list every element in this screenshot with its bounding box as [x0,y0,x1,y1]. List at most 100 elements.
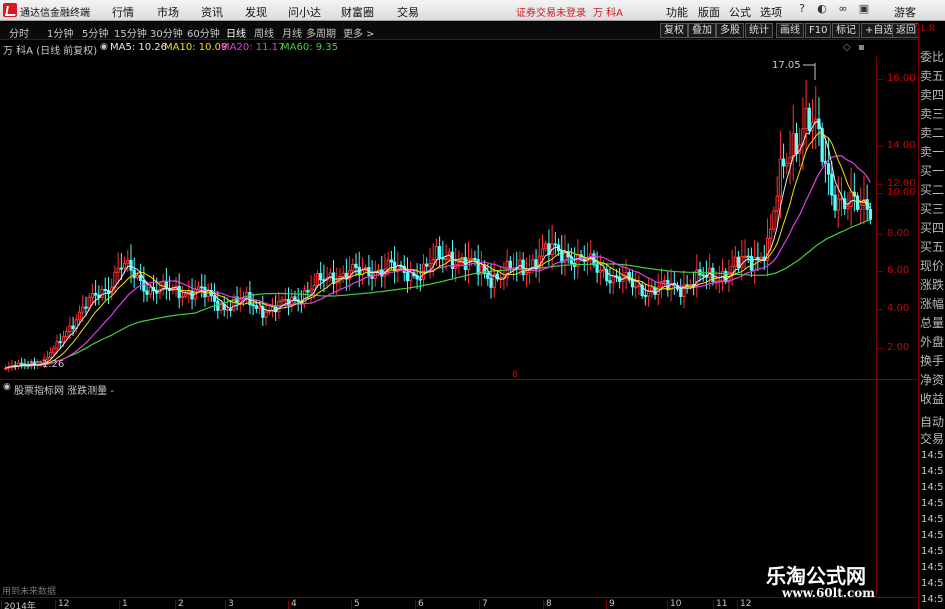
period-tab[interactable]: 周线 [254,25,274,40]
ma60-value: MA60: 9.35 [281,42,339,53]
quote-label: 买五 [920,240,945,254]
candle-body [20,362,24,365]
x-tick: 5 [351,599,360,609]
candle-body [264,311,268,318]
quote-label: 买三 [920,202,945,216]
period-tab-active[interactable]: 日线 [226,25,246,40]
candle-body [663,280,667,283]
overlay-button[interactable]: 叠加 [688,23,716,38]
auto-label[interactable]: 自动 [920,413,944,430]
candle-body [77,311,82,321]
indicator-title[interactable]: 股票指标网 涨跌测量 - [14,382,114,397]
fuquan-button[interactable]: 复权 [660,23,688,38]
period-tab[interactable]: 15分钟 [114,25,147,40]
candle-body [560,250,564,263]
quote-label: 买一 [920,164,945,178]
candle-body [418,278,422,281]
candle-body [746,255,750,258]
ma10-value: MA10: 10.09 [164,42,228,53]
period-tab[interactable]: 月线 [282,25,302,40]
settings-icon[interactable]: ◉ [100,42,108,52]
quote-label: 卖四 [920,88,945,102]
candle-body [849,191,853,207]
mark-button[interactable]: 标记 [832,23,860,38]
stats-button[interactable]: 统计 [745,23,773,38]
event-marker[interactable]: 8 [512,370,518,379]
candle-body [119,267,123,270]
back-button[interactable]: 返回 [892,23,920,38]
maximize-icon[interactable]: ▣ [857,2,871,17]
candle-body [434,246,439,261]
candle-body [859,204,863,210]
candle-body [772,210,776,230]
period-tab[interactable]: 多周期 [306,25,336,40]
candle-body [293,296,297,301]
candle-body [679,288,683,297]
candle-body [486,272,490,279]
candle-body [437,246,442,259]
candle-body [341,272,345,278]
chart-options-icon[interactable]: ◇ [843,42,851,53]
f10-button[interactable]: F10 [805,23,832,38]
menu-jiaoyi[interactable]: 交易 [397,4,419,20]
menu-caifuquan[interactable]: 财富圈 [341,4,374,20]
candle-body [833,194,837,211]
candle-body [283,298,287,301]
menu-faxian[interactable]: 发现 [245,4,267,20]
y-tick: 14.00 [877,140,916,151]
candle-body [508,260,512,270]
candle-body [659,281,664,288]
candle-body [409,272,413,282]
menu-xuanxiang[interactable]: 选项 [760,4,782,20]
future-data-note: 用到未来数据 [2,587,57,597]
help-icon[interactable]: ? [795,2,809,17]
indicator-settings-icon[interactable]: ◉ [3,382,11,392]
candle-body [225,308,230,311]
draw-line-button[interactable]: 画线 [776,23,804,38]
site-watermark: 乐淘公式网 www.60lt.com [760,560,936,605]
candle-body [611,275,615,284]
candle-body [392,261,397,272]
user-label[interactable]: 游客 [894,4,916,20]
candle-body [87,296,91,309]
app-title: 通达信金融终端 [20,8,90,19]
period-tab[interactable]: 分时 [9,25,29,40]
menu-wenxiaoda[interactable]: 问小达 [288,4,321,20]
candle-body [473,258,477,261]
period-tab[interactable]: 5分钟 [82,25,108,40]
menu-gongshi[interactable]: 公式 [729,4,751,20]
candle-body [807,107,811,131]
menu-zixun[interactable]: 资讯 [201,4,223,20]
candle-body [270,306,275,311]
trade-label[interactable]: 交易 [920,430,944,447]
x-tick: 12 [54,599,70,609]
menu-hangqing[interactable]: 行情 [112,4,134,20]
menu-banmian[interactable]: 版面 [698,4,720,20]
indicator-pane[interactable] [0,396,876,596]
pane-divider[interactable] [0,379,918,380]
kline-chart[interactable]: 17.05 1.26 8 [0,56,887,379]
menu-shichang[interactable]: 市场 [157,4,179,20]
link-icon[interactable]: ∞ [836,2,850,17]
candle-body [685,284,689,287]
multi-stock-button[interactable]: 多股 [716,23,744,38]
period-tab[interactable]: 30分钟 [150,25,183,40]
chart-menu-icon[interactable]: ▪ [858,42,865,53]
candle-body [634,286,638,289]
trade-login-status[interactable]: 证券交易未登录 [516,4,586,19]
skin-icon[interactable]: ◐ [815,2,829,17]
candle-body [540,248,545,257]
period-tab[interactable]: 60分钟 [187,25,220,40]
quote-label: 净资 [920,373,945,387]
period-tab[interactable]: 1分钟 [47,25,73,40]
more-periods[interactable]: 更多 > [343,25,375,40]
quote-label: 涨幅 [920,297,945,311]
candle-body [216,300,220,311]
candle-body [81,306,85,313]
menu-gongneng[interactable]: 功能 [666,4,688,20]
candle-body [229,308,233,311]
panel-toggle[interactable]: L R [921,24,935,34]
candle-body [608,280,612,284]
quote-label: 卖一 [920,145,945,159]
quote-label: 换手 [920,354,945,368]
